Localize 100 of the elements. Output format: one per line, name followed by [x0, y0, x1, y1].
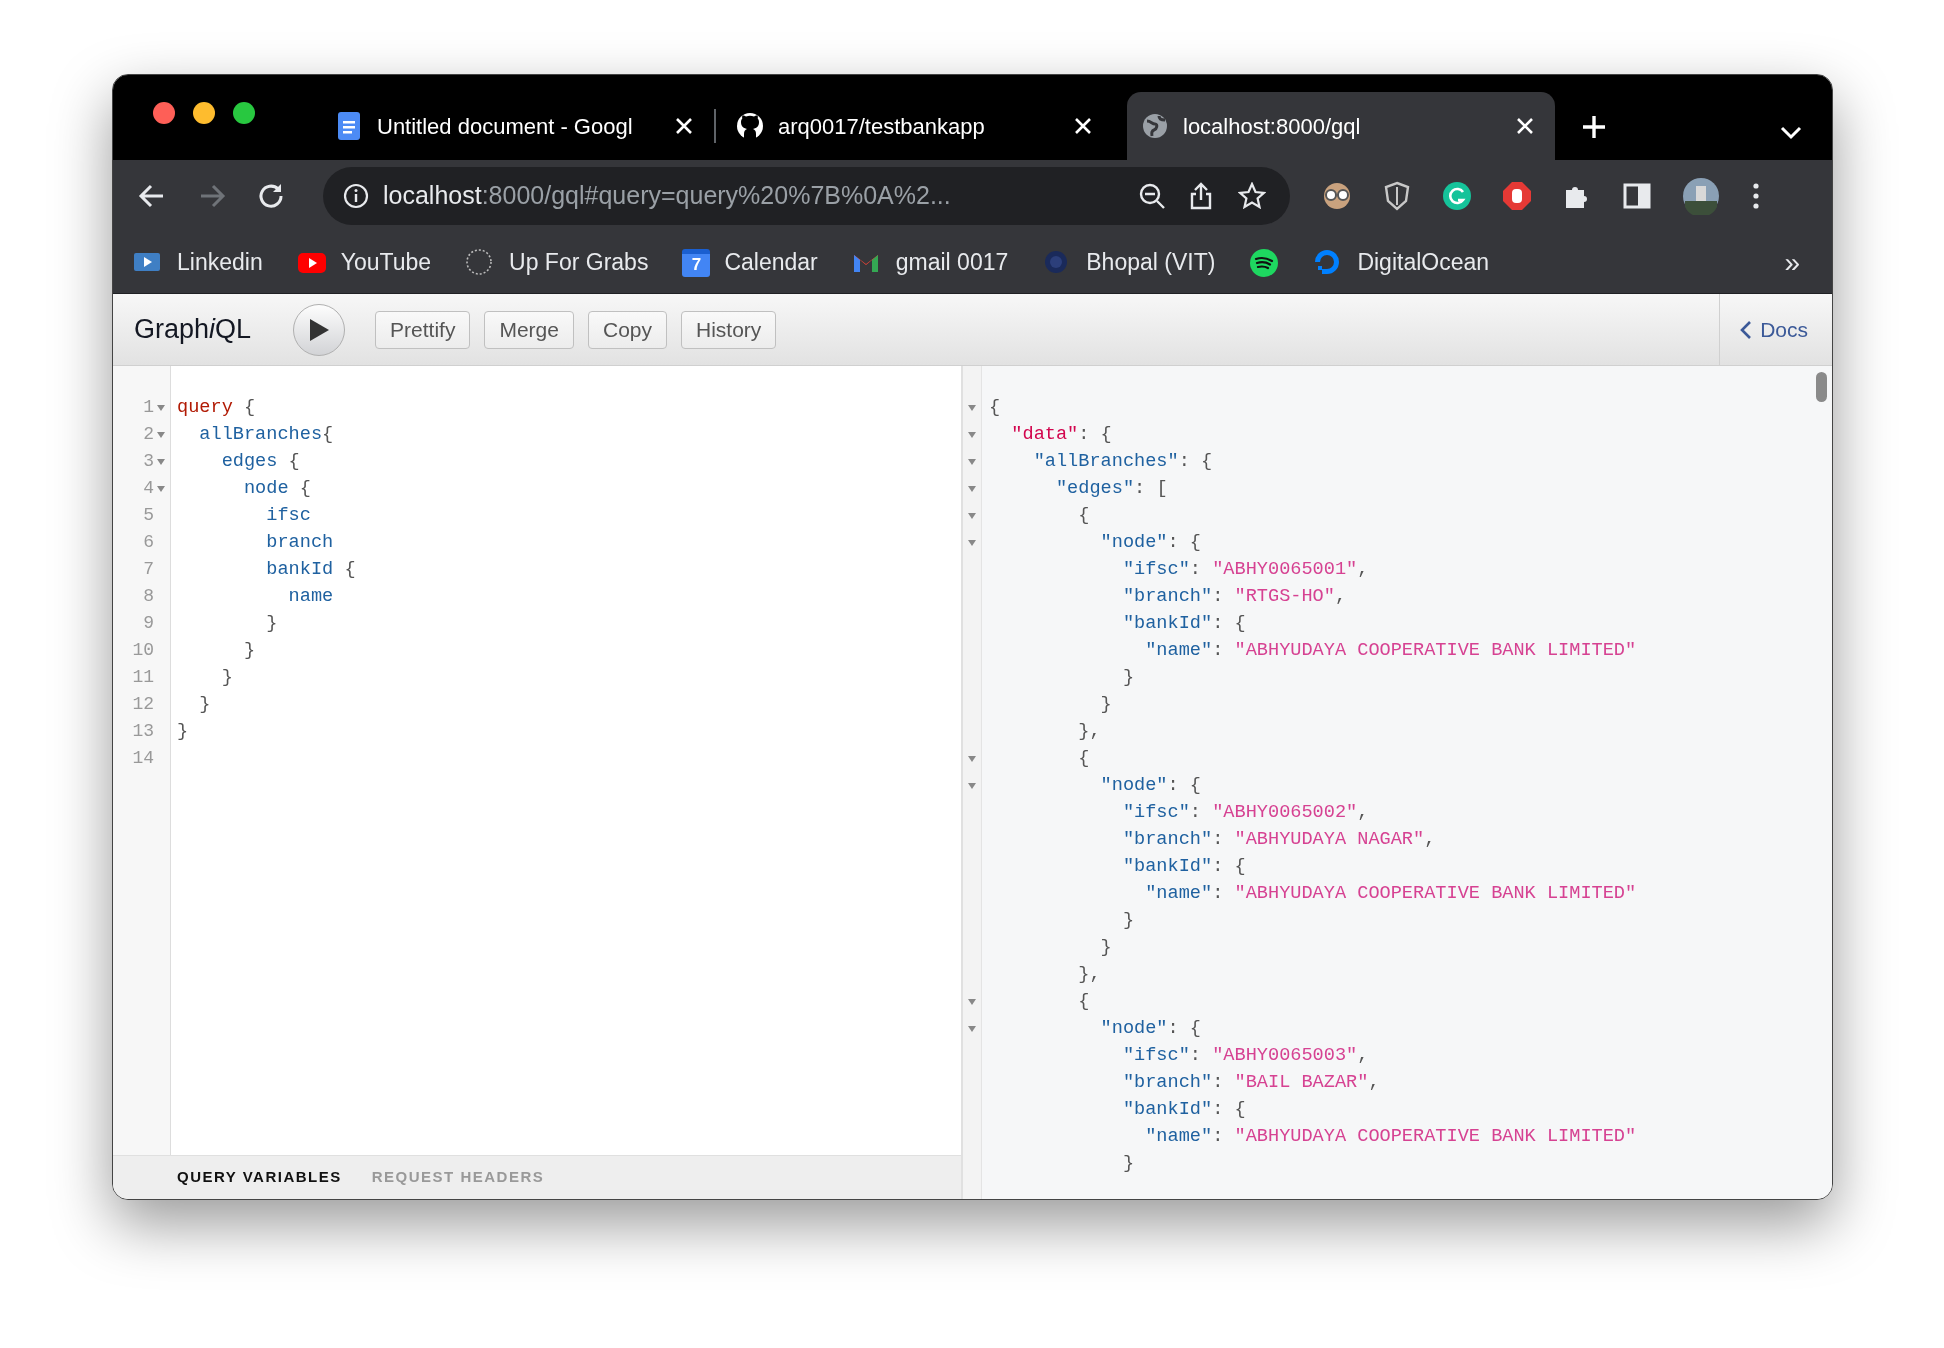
bookmark-icon-button[interactable]: [1249, 247, 1280, 278]
code-line: "bankId": {: [1121, 855, 1247, 879]
toolbar-button[interactable]: Copy: [587, 310, 667, 349]
chevron-left-icon: [1740, 319, 1753, 340]
code-line: "data": {: [1010, 423, 1113, 447]
browser-tab[interactable]: localhost:8000/gql: [1127, 92, 1555, 160]
code-line: }: [198, 693, 212, 717]
code-line: }: [220, 666, 234, 690]
fold-icon[interactable]: [157, 431, 165, 438]
line-number: 3: [143, 450, 154, 473]
fold-icon[interactable]: [968, 755, 976, 762]
close-window-button[interactable]: [153, 101, 175, 124]
document-icon: [335, 112, 363, 140]
bookmark[interactable]: Bhopal (VIT): [1042, 245, 1216, 280]
line-number: 11: [132, 666, 154, 689]
fold-icon[interactable]: [968, 512, 976, 519]
docs-link[interactable]: Docs: [1719, 294, 1832, 365]
plus-icon: [1581, 114, 1607, 140]
address-bar[interactable]: localhost:8000/gql#query=query%20%7B%0A%2...: [323, 167, 1290, 225]
code-line: "name": "ABHYUDAYA COOPERATIVE BANK LIMITED": [1144, 639, 1638, 663]
line-number: 13: [132, 720, 154, 743]
code-line: {: [1077, 504, 1091, 528]
code-line: },: [1077, 963, 1102, 987]
browser-tab[interactable]: Untitled document - Googl: [321, 92, 714, 160]
code-line: "branch": "ABHYUDAYA NAGAR",: [1121, 828, 1437, 852]
sidebar-icon: [1622, 181, 1652, 211]
fold-icon[interactable]: [968, 485, 976, 492]
code-line: {: [1077, 747, 1091, 771]
fold-icon[interactable]: [157, 485, 165, 492]
code-line: "branch": "BAIL BAZAR",: [1121, 1071, 1381, 1095]
bookmark[interactable]: YouTube: [296, 245, 432, 280]
zoom-window-button[interactable]: [233, 101, 255, 124]
code-line: "node": {: [1099, 1017, 1202, 1041]
code-line: allBranches{: [198, 423, 335, 447]
browser-tab[interactable]: arq0017/testbankapp: [722, 92, 1113, 160]
fold-icon[interactable]: [968, 998, 976, 1005]
code-line: "ifsc": "ABHY0065003",: [1121, 1044, 1370, 1068]
calendar-icon: 7: [682, 248, 711, 277]
shield-icon: [1382, 181, 1412, 211]
chevron-down-icon: [1780, 126, 1802, 140]
toolbar-button[interactable]: Merge: [484, 310, 574, 349]
bookmark[interactable]: 7 Calendar: [682, 245, 818, 280]
bookmark[interactable]: Linkedin: [133, 245, 263, 280]
code-line: }: [1099, 693, 1113, 717]
toolbar-button[interactable]: Prettify: [375, 310, 471, 349]
code-line: },: [1077, 720, 1102, 744]
fold-icon[interactable]: [968, 1025, 976, 1032]
octagon-hand-icon: [1502, 181, 1532, 211]
toolbar-button[interactable]: History: [681, 310, 777, 349]
code-line: }: [177, 720, 190, 744]
code-line: "name": "ABHYUDAYA COOPERATIVE BANK LIMITED": [1144, 882, 1638, 906]
close-icon: [674, 116, 694, 136]
code-line: "ifsc": "ABHY0065002",: [1121, 801, 1370, 825]
code-line: node {: [242, 477, 312, 501]
minimize-window-button[interactable]: [193, 101, 215, 124]
code-line: "allBranches": {: [1032, 450, 1214, 474]
code-line: }: [265, 612, 279, 636]
menu-icon: [1750, 181, 1762, 211]
code-line: }: [242, 639, 257, 663]
bookmark[interactable]: DigitalOcean: [1313, 245, 1490, 280]
close-icon: [1515, 116, 1535, 136]
bookmark[interactable]: gmail 0017: [851, 245, 1009, 280]
panel-tab[interactable]: QUERY VARIABLES: [177, 1166, 342, 1189]
globe-icon: [1141, 112, 1169, 140]
fold-icon[interactable]: [968, 782, 976, 789]
line-number: 9: [143, 612, 154, 635]
bookmark[interactable]: Up For Grabs: [465, 245, 649, 280]
code-line: "ifsc": "ABHY0065001",: [1121, 558, 1370, 582]
line-number: 6: [143, 531, 154, 554]
star-icon: [1238, 182, 1266, 210]
fold-icon[interactable]: [968, 539, 976, 546]
close-icon: [1073, 116, 1093, 136]
fold-icon[interactable]: [968, 404, 976, 411]
url-text: localhost:8000/gql#query=query%20%7B%0A%2...: [383, 180, 952, 212]
code-line: ifsc: [265, 504, 312, 528]
scrollbar-thumb[interactable]: [1815, 372, 1827, 402]
glasses-icon: [1322, 181, 1352, 211]
line-number: 2: [143, 423, 154, 446]
line-number: 4: [143, 477, 154, 500]
code-line: "bankId": {: [1121, 612, 1247, 636]
app-title: GraphiQL: [134, 313, 252, 347]
fold-icon[interactable]: [157, 404, 165, 411]
circle-icon: [1442, 181, 1472, 211]
play-icon: [308, 317, 331, 342]
code-line: "bankId": {: [1121, 1098, 1247, 1122]
code-line: }: [1121, 909, 1136, 933]
line-number: 5: [143, 504, 154, 527]
code-line: "node": {: [1099, 531, 1202, 555]
fold-icon[interactable]: [157, 458, 165, 465]
fold-icon[interactable]: [968, 458, 976, 465]
cat-logo-icon: [736, 112, 764, 140]
more-bookmarks-button[interactable]: »: [1772, 241, 1812, 284]
line-number: 7: [143, 558, 154, 581]
fold-icon[interactable]: [968, 431, 976, 438]
code-line: edges {: [220, 450, 301, 474]
code-line: {: [1077, 990, 1091, 1014]
code-line: "branch": "RTGS-HO",: [1121, 585, 1348, 609]
code-line: }: [1099, 936, 1113, 960]
code-line: bankId {: [265, 558, 357, 582]
code-line: {: [989, 396, 1002, 420]
